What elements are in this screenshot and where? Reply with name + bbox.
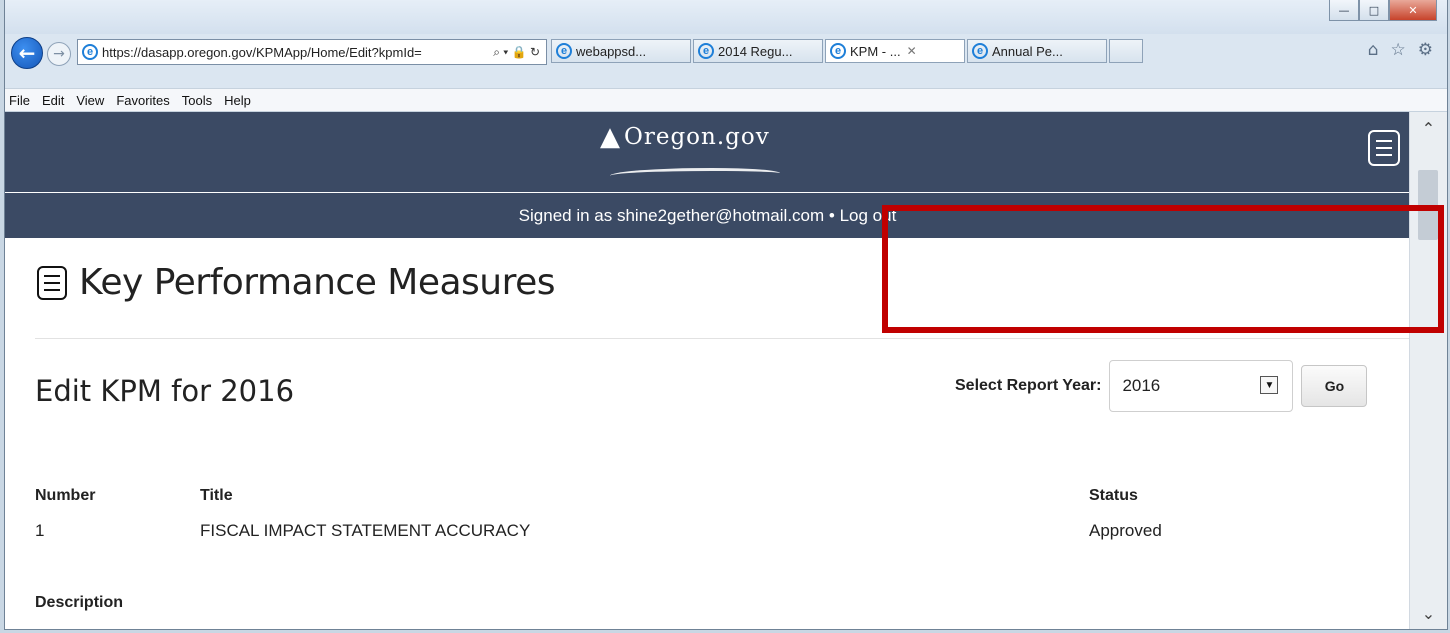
page-title: Key Performance Measures: [79, 262, 556, 303]
window-controls: — □ ✕: [1329, 0, 1437, 21]
tab-label: Annual Pe...: [992, 43, 1063, 59]
favorites-star-icon[interactable]: ☆: [1391, 40, 1406, 60]
browser-window: — □ ✕ ← → e https://dasapp.oregon.gov/KP…: [4, 0, 1448, 630]
go-button[interactable]: Go: [1301, 365, 1368, 407]
scroll-down-icon[interactable]: ⌄: [1410, 601, 1447, 625]
ie-tab-icon: e: [556, 43, 572, 59]
number-header: Number: [35, 487, 96, 504]
report-year-selector: Select Report Year: 2016 ▼ Go: [955, 360, 1368, 412]
tab-label: KPM - ...: [850, 43, 901, 59]
close-tab-icon[interactable]: ✕: [907, 44, 917, 58]
minimize-icon[interactable]: —: [1329, 0, 1359, 21]
address-controls[interactable]: ⌕ ▾ 🔒 ↻: [493, 45, 546, 60]
selected-year: 2016: [1122, 376, 1161, 395]
menu-file[interactable]: File: [9, 93, 30, 108]
site-header: ▲ Oregon.gov: [5, 112, 1410, 192]
scroll-up-icon[interactable]: ⌃: [1410, 116, 1447, 140]
title-header: Title: [200, 487, 233, 504]
forward-arrow-icon[interactable]: →: [47, 42, 71, 66]
ie-tab-icon: e: [830, 43, 846, 59]
chevron-down-icon[interactable]: ▼: [1260, 376, 1279, 394]
page-title-row: Key Performance Measures: [37, 262, 556, 303]
home-icon[interactable]: ⌂: [1368, 40, 1379, 60]
annotation-highlight-box: [882, 205, 1444, 333]
description-header: Description: [35, 594, 124, 611]
signed-in-text: Signed in as shine2gether@hotmail.com •: [518, 205, 835, 225]
ie-tab-icon: e: [698, 43, 714, 59]
report-year-dropdown[interactable]: 2016 ▼: [1109, 360, 1294, 412]
oregon-gov-logo[interactable]: ▲ Oregon.gov: [600, 122, 780, 171]
back-arrow-icon[interactable]: ←: [11, 37, 43, 69]
menu-view[interactable]: View: [76, 93, 104, 108]
menu-bar: File Edit View Favorites Tools Help: [5, 88, 1447, 112]
title-bar: — □ ✕: [5, 0, 1447, 34]
menu-help[interactable]: Help: [224, 93, 251, 108]
tab-label: webappsd...: [576, 43, 647, 59]
toolbar-icons: ⌂ ☆ ⚙: [1368, 40, 1433, 60]
list-menu-icon[interactable]: [37, 265, 67, 300]
logo-text: Oregon.gov: [624, 124, 770, 150]
status-header: Status: [1089, 487, 1138, 504]
divider: [35, 338, 1410, 339]
menu-edit[interactable]: Edit: [42, 93, 64, 108]
row-status: Approved: [1089, 521, 1162, 540]
menu-tools[interactable]: Tools: [182, 93, 212, 108]
tab-2014-regu[interactable]: e 2014 Regu...: [693, 39, 823, 63]
vertical-scrollbar[interactable]: ⌃ ⌄: [1409, 112, 1447, 629]
new-tab-button[interactable]: [1109, 39, 1143, 63]
tab-webappsd[interactable]: e webappsd...: [551, 39, 691, 63]
menu-favorites[interactable]: Favorites: [116, 93, 169, 108]
address-tab-row: ← → e https://dasapp.oregon.gov/KPMApp/H…: [5, 34, 1447, 69]
url-text: https://dasapp.oregon.gov/KPMApp/Home/Ed…: [102, 44, 422, 60]
row-title: FISCAL IMPACT STATEMENT ACCURACY: [200, 521, 531, 540]
tab-kpm-active[interactable]: e KPM - ... ✕: [825, 39, 965, 63]
ie-page-icon: e: [82, 44, 98, 60]
row-number: 1: [35, 521, 45, 540]
ie-tab-icon: e: [972, 43, 988, 59]
address-bar[interactable]: e https://dasapp.oregon.gov/KPMApp/Home/…: [77, 39, 547, 65]
edit-kpm-heading: Edit KPM for 2016: [35, 374, 295, 408]
settings-gear-icon[interactable]: ⚙: [1418, 40, 1433, 60]
hamburger-menu-icon[interactable]: [1368, 130, 1400, 166]
select-year-label: Select Report Year:: [955, 377, 1102, 394]
tree-icon: ▲: [600, 122, 620, 152]
tab-annual-pe[interactable]: e Annual Pe...: [967, 39, 1107, 63]
page-viewport: ▲ Oregon.gov Signed in as shine2gether@h…: [5, 112, 1410, 629]
tab-label: 2014 Regu...: [718, 43, 793, 59]
maximize-icon[interactable]: □: [1359, 0, 1389, 21]
close-icon[interactable]: ✕: [1389, 0, 1437, 21]
logo-swoosh: [610, 168, 780, 181]
